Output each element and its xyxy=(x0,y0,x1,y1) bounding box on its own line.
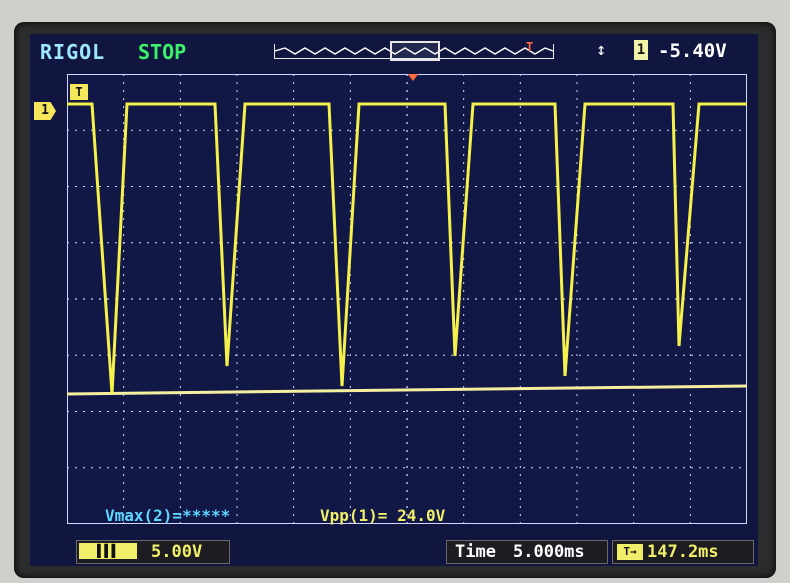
trigger-level-marker: T xyxy=(70,84,88,100)
measurement-vpp: Vpp(1)= 24.0V xyxy=(320,506,446,525)
run-state-indicator: STOP xyxy=(138,40,187,64)
scope-screen: RIGOL STOP T ↕ 1 -5.40V 1 T Vmax(2)=****… xyxy=(30,34,758,566)
graticule xyxy=(67,74,747,524)
trigger-level-readout: -5.40V xyxy=(658,40,727,62)
time-offset-box[interactable]: T→ 147.2ms xyxy=(612,540,754,564)
measurement-vmax: Vmax(2)=***** xyxy=(105,506,231,525)
timebase-label: Time xyxy=(455,542,496,562)
channel1-scale: 5.00V xyxy=(151,542,203,562)
channel1-ground-marker: 1 xyxy=(34,102,56,120)
trigger-source-badge: 1 xyxy=(634,40,648,60)
timebase-scale: 5.000ms xyxy=(513,542,585,562)
memory-window xyxy=(390,41,440,61)
memory-depth-bar: T xyxy=(274,40,554,61)
top-status-bar: RIGOL STOP T ↕ 1 -5.40V xyxy=(30,34,758,68)
channel1-scale-box[interactable]: ▌▌▌ 5.00V xyxy=(76,540,230,564)
time-offset-value: 147.2ms xyxy=(647,542,719,562)
channel1-tag-icon: ▌▌▌ xyxy=(79,543,137,559)
trigger-edge-icon: ↕ xyxy=(596,40,607,60)
timebase-box[interactable]: Time 5.000ms xyxy=(446,540,608,564)
brand-label: RIGOL xyxy=(40,40,106,64)
trigger-position-top-marker: T xyxy=(526,40,534,54)
time-offset-icon: T→ xyxy=(617,544,643,560)
bottom-status-bar: ▌▌▌ 5.00V Time 5.000ms T→ 147.2ms xyxy=(30,534,758,566)
waveform-display xyxy=(67,74,747,524)
